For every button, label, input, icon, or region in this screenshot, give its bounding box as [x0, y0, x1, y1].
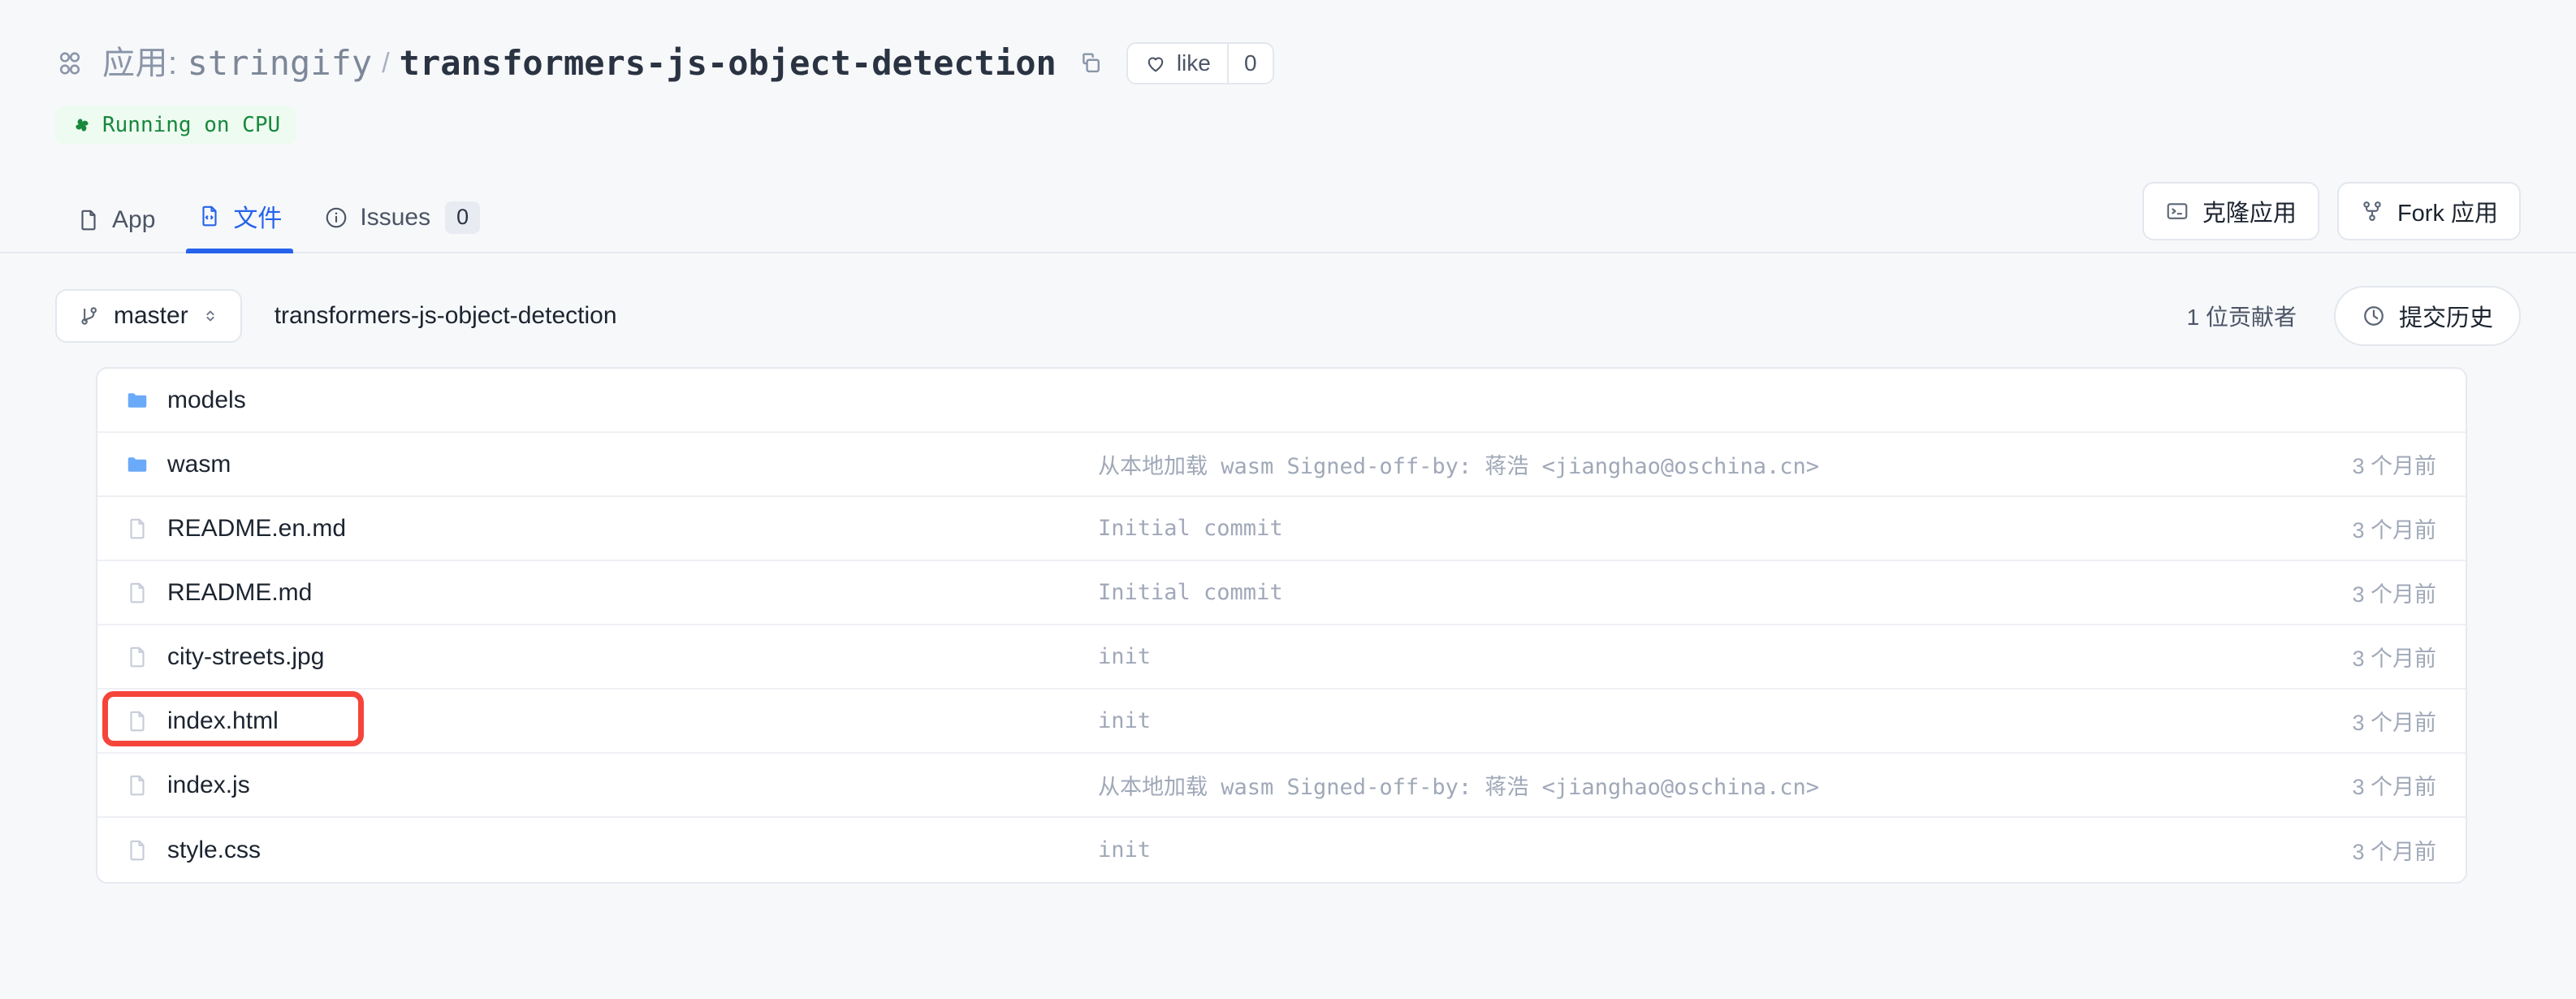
fork-icon	[2360, 199, 2384, 223]
fan-icon	[71, 115, 93, 136]
tab-files[interactable]: 文件	[176, 198, 303, 253]
commit-message: Initial commit	[1098, 516, 1283, 541]
tab-issues-label: Issues	[360, 204, 431, 231]
file-name: README.md	[167, 578, 313, 606]
commit-date: 3 个月前	[2352, 711, 2436, 735]
files-toolbar: master transformers-js-object-detection …	[55, 286, 2521, 346]
commit-date: 3 个月前	[2352, 518, 2436, 543]
page-title: transformers-js-object-detection	[399, 43, 1057, 83]
table-row[interactable]: models	[97, 369, 2466, 433]
commit-history-button[interactable]: 提交历史	[2333, 286, 2521, 346]
commit-history-label: 提交历史	[2398, 305, 2493, 331]
commit-date: 3 个月前	[2352, 775, 2436, 799]
file-name: index.html	[167, 707, 279, 734]
apps-grid-icon	[55, 49, 84, 78]
file-name-cell[interactable]: models	[97, 387, 1098, 414]
status-badge-label: Running on CPU	[102, 113, 281, 137]
commit-message: 从本地加载 wasm Signed-off-by: 蒋浩 <jianghao@o…	[1098, 454, 1819, 479]
status-badge: Running on CPU	[55, 106, 297, 145]
commit-message: Initial commit	[1098, 580, 1283, 605]
title-prefix: 应用:	[102, 45, 178, 81]
file-name-cell[interactable]: city-streets.jpg	[97, 643, 1098, 671]
terminal-icon	[2165, 199, 2189, 223]
like-group: like 0	[1126, 42, 1274, 84]
owner-link[interactable]: stringify	[188, 46, 373, 80]
file-list: models wasm 从本地加载 wasm Signed-off-by: 蒋浩…	[96, 367, 2467, 884]
table-row[interactable]: index.js 从本地加载 wasm Signed-off-by: 蒋浩 <j…	[97, 754, 2466, 818]
like-label: like	[1176, 50, 1211, 76]
page-header: 应用: stringify / transformers-js-object-d…	[0, 0, 2576, 145]
table-row[interactable]: README.md Initial commit 3 个月前	[97, 561, 2466, 625]
commit-message: init	[1098, 708, 1152, 733]
branch-selector[interactable]: master	[55, 289, 242, 343]
clone-app-button[interactable]: 克隆应用	[2142, 182, 2319, 240]
tab-list: App 文件 Issues 0	[55, 198, 501, 253]
chevron-up-down-icon	[206, 310, 214, 322]
file-name-cell[interactable]: index.html	[97, 707, 1098, 735]
like-count[interactable]: 0	[1226, 44, 1273, 83]
commit-message: init	[1098, 837, 1152, 863]
tab-issues-badge: 0	[445, 201, 481, 234]
table-row[interactable]: style.css init 3 个月前	[97, 818, 2466, 882]
file-icon	[130, 582, 145, 603]
table-row[interactable]: README.en.md Initial commit 3 个月前	[97, 497, 2466, 561]
header-actions: 克隆应用 Fork 应用	[2142, 182, 2521, 252]
commit-message: 从本地加载 wasm Signed-off-by: 蒋浩 <jianghao@o…	[1098, 775, 1819, 800]
commit-date: 3 个月前	[2352, 454, 2436, 478]
title-row: 应用: stringify / transformers-js-object-d…	[55, 39, 2521, 88]
file-icon	[130, 647, 145, 667]
breadcrumb: transformers-js-object-detection	[274, 302, 617, 329]
info-icon	[324, 205, 348, 230]
file-name-cell[interactable]: README.md	[97, 579, 1098, 607]
file-icon	[130, 775, 145, 795]
tab-bar: App 文件 Issues 0 克隆应用 Fork 应用	[0, 182, 2576, 253]
toolbar-left: master transformers-js-object-detection	[55, 289, 617, 343]
clone-app-label: 克隆应用	[2202, 201, 2297, 227]
file-name: index.js	[167, 771, 250, 798]
file-name: city-streets.jpg	[167, 642, 325, 670]
toolbar-right: 1 位贡献者 提交历史	[2187, 286, 2521, 346]
commit-date: 3 个月前	[2352, 840, 2436, 864]
code-file-icon	[197, 204, 222, 228]
like-button[interactable]: like	[1127, 44, 1227, 83]
table-row[interactable]: city-streets.jpg init 3 个月前	[97, 625, 2466, 690]
file-name-cell[interactable]: index.js	[97, 772, 1098, 799]
title-separator: /	[382, 48, 390, 79]
table-row[interactable]: index.html init 3 个月前	[97, 690, 2466, 754]
tab-files-label: 文件	[233, 205, 283, 232]
tab-app-label: App	[112, 206, 156, 233]
file-name-cell[interactable]: README.en.md	[97, 515, 1098, 543]
branch-name: master	[114, 302, 188, 329]
commit-message: init	[1098, 644, 1152, 669]
file-name: README.en.md	[167, 514, 347, 542]
heart-icon	[1144, 52, 1167, 75]
table-row[interactable]: wasm 从本地加载 wasm Signed-off-by: 蒋浩 <jiang…	[97, 433, 2466, 497]
status-row: Running on CPU	[55, 106, 2521, 145]
file-name-cell[interactable]: wasm	[97, 451, 1098, 478]
folder-icon	[128, 392, 147, 408]
file-icon	[130, 518, 145, 538]
commit-date: 3 个月前	[2352, 647, 2436, 671]
file-icon	[130, 711, 145, 731]
file-name: models	[167, 386, 246, 413]
copy-icon[interactable]	[1074, 50, 1102, 77]
clock-icon	[2364, 306, 2384, 326]
file-name-cell[interactable]: style.css	[97, 837, 1098, 864]
fork-app-label: Fork 应用	[2397, 201, 2498, 227]
file-icon	[130, 840, 145, 860]
file-icon	[76, 208, 101, 232]
tab-app[interactable]: App	[55, 206, 176, 252]
tab-issues[interactable]: Issues 0	[303, 201, 501, 252]
branch-icon	[81, 307, 97, 325]
file-name: style.css	[167, 836, 261, 863]
commit-date: 3 个月前	[2352, 582, 2436, 607]
folder-icon	[128, 456, 147, 472]
page-root: 应用: stringify / transformers-js-object-d…	[0, 0, 2576, 999]
file-name: wasm	[167, 450, 231, 478]
fork-app-button[interactable]: Fork 应用	[2336, 182, 2521, 240]
contributors-count: 1 位贡献者	[2186, 305, 2297, 330]
